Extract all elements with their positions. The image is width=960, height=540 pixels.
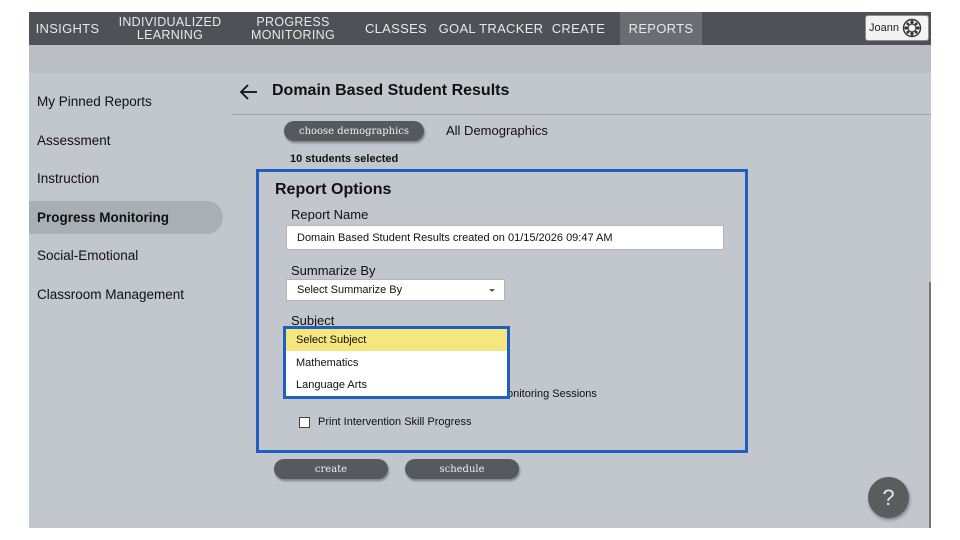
user-avatar-icon [902, 18, 922, 38]
nav-reports[interactable]: REPORTS [620, 12, 702, 45]
nav-create[interactable]: CREATE [548, 12, 609, 45]
report-name-input[interactable]: Domain Based Student Results created on … [286, 225, 724, 250]
app-window: INSIGHTS INDIVIDUALIZED LEARNING PROGRES… [29, 12, 931, 528]
reports-sidebar: My Pinned Reports Assessment Instruction… [29, 73, 232, 528]
sidebar-item-my-pinned-reports[interactable]: My Pinned Reports [29, 85, 223, 118]
sidebar-item-assessment[interactable]: Assessment [29, 124, 223, 157]
nav-classes[interactable]: CLASSES [361, 12, 431, 45]
user-name: Joann [869, 22, 899, 34]
subject-option-language-arts[interactable]: Language Arts [286, 374, 507, 396]
nav-progress-monitoring[interactable]: PROGRESS MONITORING [241, 12, 345, 45]
top-nav: INSIGHTS INDIVIDUALIZED LEARNING PROGRES… [29, 12, 931, 45]
scrollbar[interactable] [929, 282, 931, 528]
help-icon: ? [882, 484, 895, 510]
subject-option-select-subject[interactable]: Select Subject [286, 329, 507, 351]
create-button[interactable]: create [274, 459, 388, 479]
user-menu-button[interactable]: Joann [865, 15, 929, 41]
nav-individualized-learning[interactable]: INDIVIDUALIZED LEARNING [112, 12, 228, 45]
nav-insights[interactable]: INSIGHTS [29, 12, 106, 45]
sidebar-item-instruction[interactable]: Instruction [29, 162, 223, 195]
summarize-by-select[interactable]: Select Summarize By [286, 279, 505, 301]
report-name-label: Report Name [291, 207, 369, 222]
print-progress-checkbox[interactable] [299, 417, 310, 428]
page-title: Domain Based Student Results [272, 82, 510, 99]
caret-down-icon [489, 289, 495, 292]
choose-demographics-button[interactable]: choose demographics [284, 121, 424, 141]
schedule-button[interactable]: schedule [405, 459, 519, 479]
students-selected-count: 10 students selected [290, 153, 399, 165]
subject-dropdown: Select Subject Mathematics Language Arts [283, 326, 510, 399]
sub-header-strip [29, 45, 931, 73]
hidden-option-label: onitoring Sessions [507, 388, 597, 400]
back-arrow-icon[interactable] [238, 81, 260, 103]
summarize-by-label: Summarize By [291, 263, 376, 278]
sidebar-item-classroom-management[interactable]: Classroom Management [29, 278, 223, 311]
demographics-value: All Demographics [446, 123, 548, 138]
sidebar-item-progress-monitoring[interactable]: Progress Monitoring [29, 201, 223, 234]
sidebar-item-social-emotional[interactable]: Social-Emotional [29, 239, 223, 272]
report-main-panel: Domain Based Student Results choose demo… [232, 73, 931, 528]
help-button[interactable]: ? [868, 477, 909, 518]
nav-goal-tracker[interactable]: GOAL TRACKER [436, 12, 546, 45]
subject-option-mathematics[interactable]: Mathematics [286, 352, 507, 374]
report-options-heading: Report Options [275, 181, 392, 198]
report-header: Domain Based Student Results [232, 73, 931, 115]
print-progress-label: Print Intervention Skill Progress [318, 416, 472, 428]
